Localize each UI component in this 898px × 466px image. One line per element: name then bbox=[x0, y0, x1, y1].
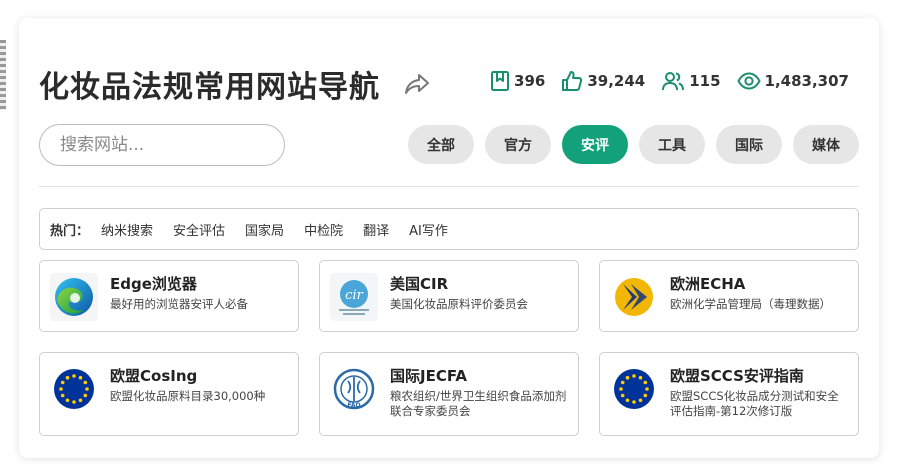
site-card-echa[interactable]: 欧洲ECHA 欧洲化学品管理局（毒理数据） bbox=[599, 260, 859, 332]
site-name: Edge浏览器 bbox=[110, 275, 197, 293]
site-desc: 欧盟SCCS化妆品成分测试和安全评估指南-第12次修订版 bbox=[670, 389, 839, 418]
site-card-jecfa[interactable]: FAO 国际JECFA 粮农组织/世界卫生组织食品添加剂联合专家委员会 bbox=[319, 352, 579, 436]
cir-icon: cir bbox=[330, 273, 378, 321]
eye-icon bbox=[736, 72, 761, 90]
filter-safety-assessment[interactable]: 安评 bbox=[562, 125, 628, 164]
site-desc: 粮农组织/世界卫生组织食品添加剂联合专家委员会 bbox=[390, 389, 567, 418]
site-name: 欧盟SCCS安评指南 bbox=[670, 367, 804, 385]
hot-label: 热门： bbox=[50, 223, 90, 239]
eu-flag-icon bbox=[610, 365, 658, 413]
echa-icon bbox=[610, 273, 658, 321]
user-count: 115 bbox=[689, 72, 721, 90]
like-count: 39,244 bbox=[587, 72, 646, 90]
site-name: 欧盟CosIng bbox=[110, 367, 198, 385]
hot-link-nifdc[interactable]: 中检院 bbox=[304, 220, 343, 239]
fao-icon: FAO bbox=[330, 365, 378, 413]
page-title: 化妆品法规常用网站导航 bbox=[39, 70, 380, 105]
hot-link-ai-writing[interactable]: AI写作 bbox=[409, 220, 448, 239]
hot-links-bar: 热门： 纳米搜索 安全评估 国家局 中检院 翻译 AI写作 bbox=[39, 208, 859, 250]
main-card: 化妆品法规常用网站导航 396 39,244 115 1,483,307 搜索网… bbox=[19, 18, 879, 458]
bookmark-icon bbox=[491, 71, 510, 91]
users-icon bbox=[662, 72, 685, 91]
divider bbox=[39, 186, 859, 187]
site-card-cir[interactable]: cir 美国CIR 美国化妆品原料评价委员会 bbox=[319, 260, 579, 332]
view-count: 1,483,307 bbox=[764, 72, 849, 90]
site-desc: 美国化妆品原料评价委员会 bbox=[390, 297, 528, 311]
hot-link-nano-search[interactable]: 纳米搜索 bbox=[101, 220, 153, 239]
eu-flag-icon bbox=[50, 365, 98, 413]
filter-tabs: 全部 官方 安评 工具 国际 媒体 bbox=[408, 125, 859, 164]
site-card-cosing[interactable]: 欧盟CosIng 欧盟化妆品原料目录30,000种 bbox=[39, 352, 299, 436]
header: 化妆品法规常用网站导航 bbox=[39, 62, 432, 106]
filter-media[interactable]: 媒体 bbox=[793, 125, 859, 164]
stat-likes[interactable]: 39,244 bbox=[561, 70, 645, 92]
site-desc: 最好用的浏览器安评人必备 bbox=[110, 297, 248, 311]
filter-official[interactable]: 官方 bbox=[485, 125, 551, 164]
hot-link-safety-assessment[interactable]: 安全评估 bbox=[173, 220, 225, 239]
stat-users[interactable]: 115 bbox=[661, 70, 721, 92]
left-edge-decoration bbox=[0, 40, 6, 110]
search-input[interactable] bbox=[39, 124, 285, 166]
site-card-sccs[interactable]: 欧盟SCCS安评指南 欧盟SCCS化妆品成分测试和安全评估指南-第12次修订版 bbox=[599, 352, 859, 436]
svg-text:cir: cir bbox=[345, 288, 363, 303]
bookmark-count: 396 bbox=[514, 72, 546, 90]
stat-views[interactable]: 1,483,307 bbox=[736, 70, 849, 92]
thumbs-up-icon bbox=[562, 71, 583, 91]
site-desc: 欧洲化学品管理局（毒理数据） bbox=[670, 297, 831, 311]
filter-all[interactable]: 全部 bbox=[408, 125, 474, 164]
stats-bar: 396 39,244 115 1,483,307 bbox=[490, 70, 849, 92]
site-name: 国际JECFA bbox=[390, 367, 467, 385]
site-name: 美国CIR bbox=[390, 275, 449, 293]
share-icon[interactable] bbox=[402, 69, 432, 99]
filter-tools[interactable]: 工具 bbox=[639, 125, 705, 164]
svg-text:FAO: FAO bbox=[347, 402, 360, 409]
site-card-edge[interactable]: Edge浏览器 最好用的浏览器安评人必备 bbox=[39, 260, 299, 332]
hot-link-translate[interactable]: 翻译 bbox=[363, 220, 389, 239]
stat-bookmarks[interactable]: 396 bbox=[490, 70, 545, 92]
edge-icon bbox=[50, 273, 98, 321]
site-desc: 欧盟化妆品原料目录30,000种 bbox=[110, 389, 266, 403]
filter-international[interactable]: 国际 bbox=[716, 125, 782, 164]
hot-link-nmpa[interactable]: 国家局 bbox=[245, 220, 284, 239]
site-name: 欧洲ECHA bbox=[670, 275, 746, 293]
